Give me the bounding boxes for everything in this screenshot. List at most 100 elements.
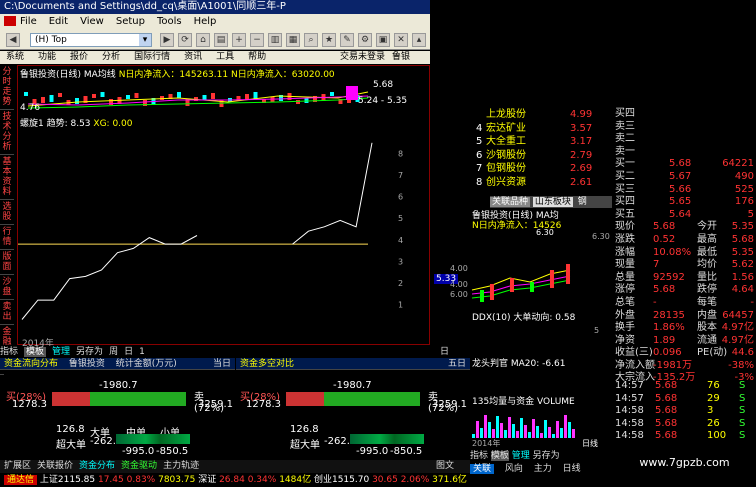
tab-fund-drive[interactable]: 资金驱动 — [121, 461, 157, 471]
mini-tab-manage[interactable]: 管理 — [512, 451, 530, 461]
mini-btab-main[interactable]: 主力 — [534, 464, 552, 474]
mini-btab-wind[interactable]: 风向 — [505, 464, 523, 474]
tab-one[interactable]: 1 — [139, 347, 145, 357]
refresh-icon[interactable]: ⟳ — [178, 33, 192, 47]
tab-main-track[interactable]: 主力轨迹 — [163, 461, 199, 471]
trade-login[interactable]: 交易未登录 — [340, 51, 385, 64]
quote-volume: 5.35 — [731, 246, 754, 258]
price-range: 5.24 - 5.35 — [358, 96, 408, 106]
quote-price: 5.68 — [653, 284, 676, 296]
tab-indicator[interactable]: 指标 — [0, 347, 18, 357]
candle — [100, 92, 105, 97]
quote-price: 5.67 — [669, 170, 692, 182]
window-icon[interactable]: ▣ — [376, 33, 390, 47]
flow-panel-left: -1980.7 买(28%) 1278.3 卖(72%) 3259.1 126.… — [4, 372, 234, 458]
mini-tab-indicator[interactable]: 指标 — [470, 451, 488, 461]
settings-icon[interactable]: ⚙ — [358, 33, 372, 47]
tab-related-items[interactable]: 关联品种 — [490, 197, 531, 207]
rank-row[interactable]: 7 包钢股份 2.69 — [470, 162, 613, 176]
zoom-out-icon[interactable]: − — [250, 33, 264, 47]
grid-icon[interactable]: ▦ — [286, 33, 300, 47]
app-name: 通达信 — [4, 475, 38, 485]
appmenu-intl[interactable]: 国际行情 — [134, 52, 170, 62]
tab-extension[interactable]: 扩展区 — [4, 461, 31, 471]
side-tab-technical[interactable]: 技术分析 — [0, 110, 14, 155]
quote-row: 买三 5.66 525 — [613, 184, 756, 197]
appmenu-help[interactable]: 帮助 — [248, 52, 266, 62]
side-tab-screener[interactable]: 选股 — [0, 200, 14, 225]
candle — [160, 96, 164, 100]
mini-chart[interactable]: 鲁银投资(日线) MA均 N日内净流入：14526 6.30 6.30 5.33… — [434, 208, 613, 474]
y-tick-label: 6 — [398, 193, 403, 202]
flow-five-day[interactable]: 五日 — [448, 358, 466, 370]
home-icon[interactable]: ⌂ — [196, 33, 210, 47]
tab-template[interactable]: 模板 — [24, 347, 47, 357]
chart-icon[interactable]: ▥ — [268, 33, 282, 47]
flow-super-r: 超大单 — [290, 440, 320, 451]
appmenu-function[interactable]: 功能 — [38, 52, 56, 62]
address-combo[interactable]: (H) Top ▾ — [30, 33, 152, 47]
appmenu-analysis[interactable]: 分析 — [102, 52, 120, 62]
volume-bar — [500, 423, 503, 438]
candle — [92, 94, 96, 98]
close-icon[interactable]: ✕ — [394, 33, 408, 47]
print-icon[interactable]: ▤ — [214, 33, 228, 47]
rank-row[interactable]: 4 宏达矿业 3.57 — [470, 122, 613, 136]
mini-candles — [471, 264, 571, 302]
quote-row: 收益(三) 0.096 PE(动) 44.6 — [613, 347, 756, 360]
tab-shandong[interactable]: 山东板块 — [532, 197, 573, 207]
menu-setup[interactable]: Setup — [116, 16, 145, 27]
mini-tab-saveas[interactable]: 另存为 — [533, 451, 560, 461]
quote-volume: 44.6 — [731, 347, 754, 359]
side-tab-sandbox[interactable]: 沙盘 — [0, 275, 14, 300]
mini-btab-related[interactable]: 关联 — [470, 464, 495, 474]
quote-price: 7 — [653, 259, 660, 271]
main-chart[interactable]: 鲁银投资(日线) MA均线 N日内净流入：145263.11 N日内净流入：63… — [17, 65, 430, 349]
rank-row[interactable]: 5 大全重工 3.17 — [470, 135, 613, 149]
search-icon[interactable]: ⌕ — [304, 33, 318, 47]
appmenu-quote[interactable]: 报价 — [70, 52, 88, 62]
side-tab-intraday[interactable]: 分时走势 — [0, 65, 14, 110]
rank-row[interactable]: 8 创兴资源 2.61 — [470, 176, 613, 190]
menu-help[interactable]: Help — [194, 16, 217, 27]
tab-manage[interactable]: 管理 — [52, 347, 70, 357]
tab-related[interactable]: 关联报价 — [37, 461, 73, 471]
tick-row: 14:57 5.68 76 S — [613, 380, 756, 393]
draw-icon[interactable]: ✎ — [340, 33, 354, 47]
flow-day: 当日 — [212, 359, 231, 369]
tab-save-as[interactable]: 另存为 — [76, 347, 103, 357]
pin-icon[interactable]: ▴ — [412, 33, 426, 47]
appmenu-tools[interactable]: 工具 — [216, 52, 234, 62]
back-icon[interactable]: ◀ — [6, 33, 20, 47]
side-tab-sell[interactable]: 卖出 — [0, 300, 14, 325]
mini-vol: 135均量与资金 VOLUME — [472, 397, 575, 407]
tab-day[interactable]: 日 — [124, 347, 133, 357]
tick-s: S — [739, 430, 746, 442]
menu-tools[interactable]: Tools — [157, 16, 182, 27]
zoom-in-icon[interactable]: + — [232, 33, 246, 47]
forward-icon[interactable]: ▶ — [160, 33, 174, 47]
quote-label2: 最高 — [697, 233, 717, 245]
mini-btab-day[interactable]: 日线 — [563, 464, 581, 474]
menu-view[interactable]: View — [80, 16, 104, 27]
star-icon[interactable]: ★ — [322, 33, 336, 47]
side-tab-quotes[interactable]: 行情 — [0, 225, 14, 250]
menu-edit[interactable]: Edit — [49, 16, 68, 27]
rank-row[interactable]: 6 沙钢股份 2.79 — [470, 149, 613, 163]
rank-row[interactable]: 上龙股份 4.99 — [470, 108, 613, 122]
flow-caption-left: 资金流向分布 鲁银投资 统计金额(万元) 当日 — [0, 358, 235, 370]
side-tab-fundamentals[interactable]: 基本资料 — [0, 155, 14, 200]
tab-steel[interactable]: 钢 — [576, 197, 589, 207]
mini-tab-template[interactable]: 模板 — [490, 451, 509, 461]
appmenu-news[interactable]: 资讯 — [184, 52, 202, 62]
quote-price: 5.68 — [669, 158, 692, 170]
quote-label: 净资 — [615, 334, 635, 346]
tick-v: 26 — [707, 417, 720, 429]
tab-fund-dist[interactable]: 资金分布 — [79, 461, 115, 471]
menu-file[interactable]: File — [20, 16, 37, 27]
appmenu-system[interactable]: 系统 — [6, 52, 24, 62]
side-tab-layout[interactable]: 版面 — [0, 250, 14, 275]
tab-week[interactable]: 周 — [109, 347, 118, 357]
quote-row: 买五 5.64 5 — [613, 209, 756, 222]
quote-label: 涨幅 — [615, 246, 635, 258]
